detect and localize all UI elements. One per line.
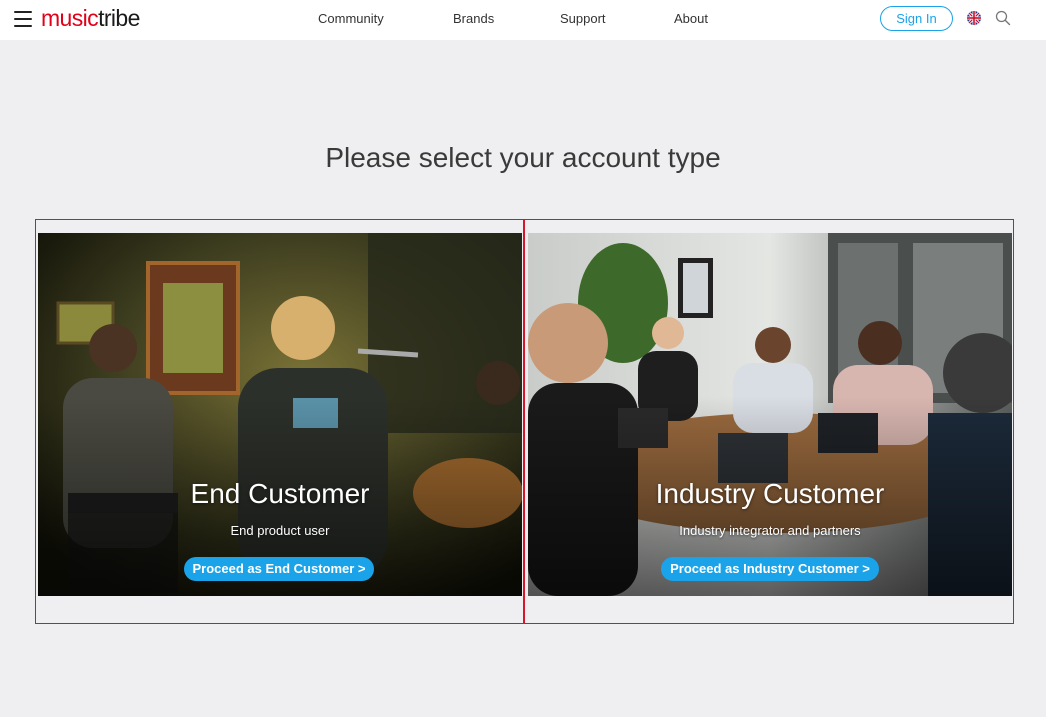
end-customer-card[interactable]: End Customer End product user Proceed as…	[35, 219, 524, 624]
end-customer-subtitle: End product user	[230, 523, 330, 538]
logo-tribe-text: tribe	[98, 5, 140, 31]
nav-brands[interactable]: Brands	[453, 11, 494, 27]
page-title: Please select your account type	[325, 142, 721, 173]
search-icon[interactable]	[995, 10, 1011, 26]
nav-about[interactable]: About	[674, 11, 708, 27]
proceed-industry-customer-button[interactable]: Proceed as Industry Customer >	[661, 557, 879, 581]
logo-music-text: music	[41, 5, 99, 31]
end-customer-title: End Customer	[190, 478, 370, 509]
industry-customer-card[interactable]: Industry Customer Industry integrator an…	[524, 219, 1014, 624]
hamburger-menu-icon[interactable]	[14, 11, 32, 27]
sign-in-button[interactable]: Sign In	[880, 6, 953, 31]
industry-customer-photo: Industry Customer Industry integrator an…	[528, 233, 1012, 596]
musictribe-logo[interactable]: musictribe	[41, 4, 140, 32]
nav-support[interactable]: Support	[560, 11, 606, 27]
proceed-end-customer-button[interactable]: Proceed as End Customer >	[184, 557, 374, 581]
end-customer-photo: End Customer End product user Proceed as…	[38, 233, 522, 596]
top-header: musictribe Community Brands Support Abou…	[0, 0, 1046, 40]
industry-customer-subtitle: Industry integrator and partners	[679, 523, 861, 538]
uk-flag-icon[interactable]	[967, 11, 981, 25]
nav-community[interactable]: Community	[318, 11, 384, 27]
industry-customer-title: Industry Customer	[655, 478, 885, 509]
